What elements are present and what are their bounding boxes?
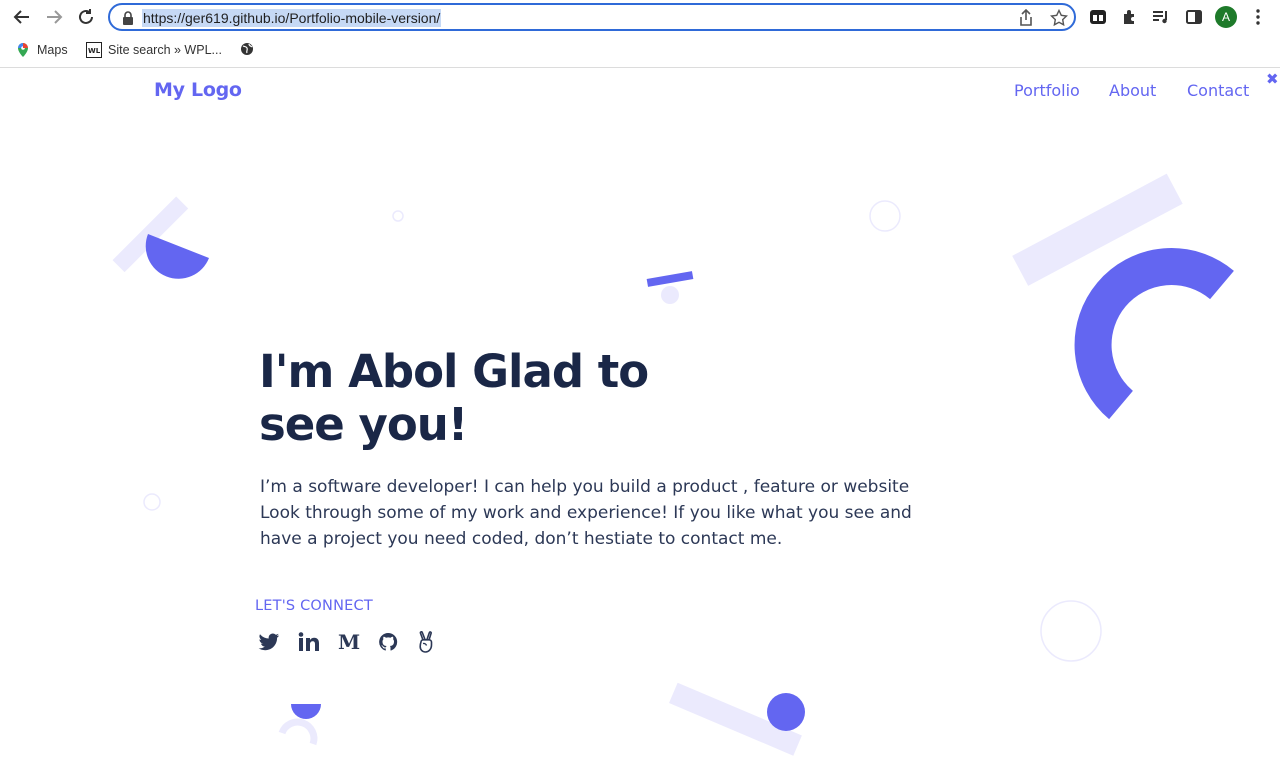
nav-about-link[interactable]: About	[1109, 81, 1156, 100]
maps-icon	[18, 43, 28, 57]
medium-link[interactable]: M	[338, 630, 378, 654]
hero-heading: I'm Abol Glad to see you!	[259, 345, 819, 451]
decor-ring	[869, 200, 901, 232]
bookmark-label: Maps	[37, 43, 68, 57]
extension-tab-icon[interactable]	[1088, 7, 1108, 27]
close-menu-icon[interactable]: ✖	[1266, 70, 1279, 88]
reload-button[interactable]	[75, 6, 97, 28]
profile-avatar[interactable]: A	[1215, 6, 1237, 28]
hero-description: I’m a software developer! I can help you…	[260, 477, 912, 549]
svg-text:M: M	[338, 633, 360, 651]
bookmark-star-icon[interactable]	[1050, 9, 1068, 27]
bookmarks-bar: Maps WL Site search » WPL...	[0, 38, 1280, 64]
url-text[interactable]: https://ger619.github.io/Portfolio-mobil…	[142, 9, 442, 27]
decor-half-circle	[145, 234, 209, 279]
address-bar[interactable]: https://ger619.github.io/Portfolio-mobil…	[108, 3, 1076, 31]
twitter-icon	[258, 633, 280, 650]
nav-portfolio-link[interactable]: Portfolio	[1014, 81, 1080, 100]
lock-icon	[123, 11, 133, 25]
portfolio-page: My Logo Portfolio About Contact ✖ I'm Ab…	[0, 68, 1280, 757]
side-panel-icon[interactable]	[1184, 7, 1204, 27]
decor-ring-small	[143, 493, 161, 511]
angellist-link[interactable]	[418, 630, 458, 654]
back-button[interactable]	[11, 6, 33, 28]
site-logo[interactable]: My Logo	[154, 79, 242, 101]
linkedin-icon	[298, 632, 319, 651]
github-link[interactable]	[378, 630, 418, 654]
svg-text:WL: WL	[88, 47, 101, 55]
twitter-link[interactable]	[258, 630, 298, 654]
wpl-icon: WL	[86, 42, 102, 58]
forward-arrow-icon	[47, 10, 63, 24]
bookmark-wpl[interactable]: WL Site search » WPL...	[86, 42, 222, 58]
medium-icon: M	[338, 633, 360, 651]
forward-button[interactable]	[43, 6, 65, 28]
reading-list-icon[interactable]	[1151, 7, 1171, 27]
menu-kebab-icon[interactable]	[1248, 7, 1268, 27]
lets-connect-label: LET'S CONNECT	[255, 598, 373, 614]
decor-dot	[661, 286, 679, 304]
reload-icon	[79, 9, 93, 24]
social-links: M	[258, 630, 458, 654]
bookmark-maps[interactable]: Maps	[15, 42, 68, 58]
decor-ring-small	[392, 210, 404, 222]
share-icon[interactable]	[1018, 9, 1034, 27]
github-icon	[379, 632, 398, 651]
decor-c-ring	[1074, 248, 1234, 420]
linkedin-link[interactable]	[298, 630, 338, 654]
browser-chrome: https://ger619.github.io/Portfolio-mobil…	[0, 0, 1280, 68]
bookmark-label: Site search » WPL...	[108, 43, 222, 57]
hero-heading-line1: I'm Abol Glad to	[259, 345, 649, 398]
extensions-puzzle-icon[interactable]	[1120, 7, 1140, 27]
decor-bar-accent	[646, 271, 694, 287]
nav-contact-link[interactable]: Contact	[1187, 81, 1249, 100]
back-arrow-icon	[13, 10, 29, 24]
decor-half-circle-small	[291, 704, 321, 719]
decor-ring-large	[1040, 600, 1102, 662]
decor-dot-accent	[767, 693, 805, 731]
globe-icon	[241, 43, 253, 55]
angellist-icon	[419, 631, 433, 653]
bookmark-globe[interactable]	[240, 42, 254, 56]
decor-arc	[278, 718, 318, 746]
hero-heading-line2: see you!	[259, 398, 468, 451]
